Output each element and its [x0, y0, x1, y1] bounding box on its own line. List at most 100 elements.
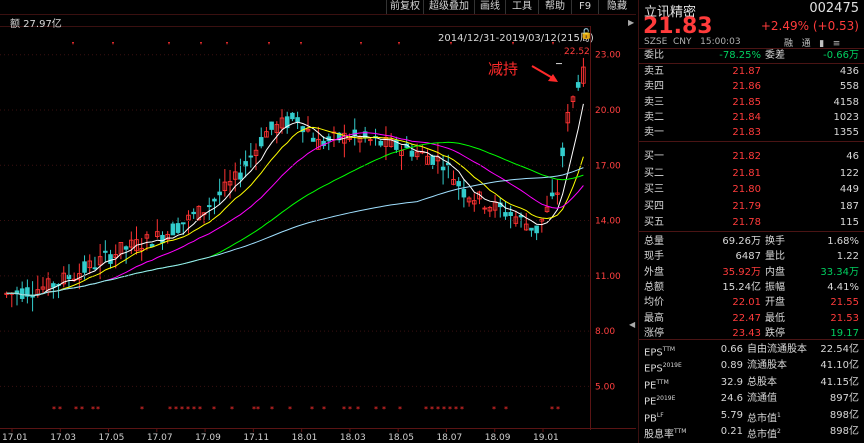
- signal-star-icon: *: [52, 405, 56, 414]
- toolbar-adjust-button[interactable]: 前复权: [386, 0, 423, 14]
- fin-label-text: 总股本: [747, 376, 777, 388]
- y-tick-label: 17.00: [595, 161, 621, 171]
- bid-price[interactable]: 21.80: [701, 182, 761, 197]
- candle-body: [175, 223, 181, 233]
- x-tick-label: 18.07: [436, 433, 462, 443]
- candle-body: [508, 212, 513, 216]
- stat-label: 最高: [644, 312, 664, 324]
- stat-value: 1.22: [836, 251, 859, 263]
- ma10-line: [6, 126, 584, 296]
- toolbar-divider: [0, 14, 636, 15]
- bid-label: 买五: [644, 217, 664, 229]
- bid-price[interactable]: 21.78: [701, 215, 761, 230]
- toolbar-draw-button[interactable]: 画线: [474, 0, 505, 14]
- y-tick-label: 5.00: [595, 382, 615, 392]
- event-marker-icon: [268, 42, 270, 45]
- candle-body: [123, 246, 129, 250]
- candle-body: [295, 117, 300, 122]
- stat-value: 22.01: [732, 297, 761, 309]
- bid-price[interactable]: 21.82: [701, 149, 761, 164]
- signal-star-icon: *: [342, 405, 346, 414]
- kline-chart-area[interactable]: 23.00 20.00 17.00 14.00 11.00 8.00 5.00 17.01 1…: [0, 0, 636, 443]
- fin-value: 24.6: [720, 393, 743, 405]
- scroll-left-arrow-icon[interactable]: ◀: [629, 320, 635, 329]
- ask-price[interactable]: 21.87: [701, 64, 761, 79]
- annotation-text: 减持: [488, 60, 519, 78]
- fin-label-sup: TTM: [674, 428, 687, 435]
- signal-star-icon: *: [398, 405, 402, 414]
- fin-value: 898亿: [829, 409, 859, 421]
- fundamentals-row: PBLF 5.79 总市值1 898亿: [639, 408, 864, 424]
- signal-star-icon: *: [74, 405, 78, 414]
- stat-value: 33.34万: [820, 266, 859, 278]
- ask-price[interactable]: 21.84: [701, 110, 761, 125]
- bid-label: 买四: [644, 200, 664, 212]
- y-tick-label: 11.00: [595, 272, 621, 282]
- candle-body: [191, 211, 196, 215]
- fin-value: 898亿: [829, 426, 859, 437]
- fin-label-text: EPS: [644, 363, 663, 375]
- bid-price[interactable]: 21.81: [701, 166, 761, 181]
- range-label[interactable]: 2014/12/31-2019/03/12(215周): [438, 29, 594, 44]
- candle-body: [549, 192, 555, 197]
- ask-price[interactable]: 21.83: [701, 125, 761, 140]
- fin-label-sup: 2019E: [662, 362, 682, 370]
- stat-label: 换手: [765, 236, 785, 247]
- signal-star-icon: *: [348, 405, 352, 414]
- ask-price[interactable]: 21.86: [701, 79, 761, 94]
- ask-label: 卖三: [644, 96, 664, 108]
- candle-body: [456, 181, 461, 187]
- signal-star-icon: *: [96, 405, 100, 414]
- scroll-right-arrow-icon[interactable]: ▶: [628, 18, 634, 27]
- stats-row: 最高 22.47 最低 21.53: [639, 311, 864, 326]
- fin-value: 5.79: [720, 409, 743, 421]
- signal-star-icon: *: [430, 405, 434, 414]
- toolbar-overlay-button[interactable]: 超级叠加: [423, 0, 474, 14]
- candle-body: [529, 227, 534, 231]
- stat-label: 均价: [644, 297, 664, 309]
- bid-price[interactable]: 21.79: [701, 199, 761, 214]
- kline-chart[interactable]: 23.00 20.00 17.00 14.00 11.00 8.00 5.00 17.01 1…: [0, 0, 636, 443]
- x-tick-label: 18.05: [388, 433, 414, 443]
- market-label: SZSE: [644, 37, 668, 47]
- toolbar-tools-button[interactable]: 工具: [505, 0, 538, 14]
- ask-label: 卖四: [644, 81, 664, 93]
- bid-volume: 46: [846, 151, 859, 162]
- lock-icon[interactable]: 🔓: [580, 29, 592, 40]
- ask-volume: 436: [839, 66, 859, 77]
- toolbar-f9-button[interactable]: F9: [571, 0, 598, 14]
- fin-value: 0.66: [720, 344, 743, 355]
- ask-row: 卖五 21.87 436: [639, 64, 864, 79]
- weibi-value: -78.25%: [719, 50, 761, 61]
- y-tick-label: 20.00: [595, 106, 621, 116]
- ask-row: 卖四 21.86 558: [639, 79, 864, 94]
- signal-star-icon: *: [322, 405, 326, 414]
- candle-body: [181, 222, 186, 225]
- chart-top-border: [0, 26, 590, 27]
- candle-body: [461, 189, 467, 198]
- last-price: 21.83: [643, 14, 713, 39]
- signal-star-icon: *: [140, 405, 144, 414]
- signal-star-icon: *: [91, 405, 95, 414]
- candle-body: [575, 82, 581, 88]
- ask-label: 卖五: [644, 66, 664, 77]
- ask-price[interactable]: 21.85: [701, 95, 761, 110]
- signal-star-icon: *: [556, 405, 560, 414]
- stat-label: 振幅: [765, 281, 785, 293]
- ask-volume: 1023: [833, 111, 859, 123]
- candle-body: [440, 166, 446, 171]
- ma5-line: [6, 103, 584, 297]
- x-tick-label: 18.01: [292, 433, 318, 443]
- candle-body: [103, 250, 108, 253]
- bid-row: 买二 21.81 122: [639, 166, 864, 181]
- signal-star-icon: *: [58, 405, 62, 414]
- toolbar-hide-button[interactable]: 隐藏: [598, 0, 635, 14]
- signal-star-icon: *: [382, 405, 386, 414]
- toolbar-help-button[interactable]: 帮助: [538, 0, 571, 14]
- event-marker-icon: [112, 42, 114, 45]
- currency-label: CNY: [673, 37, 692, 47]
- signal-star-icon: *: [192, 405, 196, 414]
- x-tick-label: 17.05: [99, 433, 125, 443]
- stock-code: 002475: [809, 1, 859, 16]
- price-axis-border: [590, 26, 591, 430]
